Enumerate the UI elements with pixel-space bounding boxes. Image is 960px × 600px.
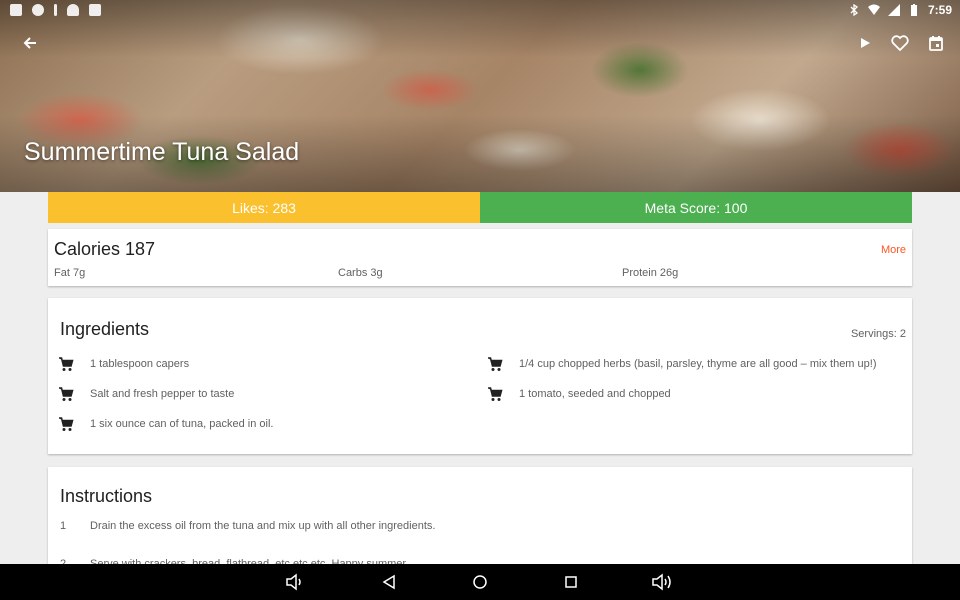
status-time: 7:59 <box>927 3 952 17</box>
ingredient-text: 1 tablespoon capers <box>90 358 190 370</box>
ingredient-text: 1/4 cup chopped herbs (basil, parsley, t… <box>519 358 877 370</box>
ingredient-text: 1 six ounce can of tuna, packed in oil. <box>90 418 274 430</box>
cart-icon[interactable] <box>487 386 503 402</box>
servings-label: Servings: 2 <box>850 328 906 340</box>
protein-value: Protein 26g <box>622 267 679 279</box>
android-notification-icon <box>67 4 79 16</box>
gallery-notification-icon <box>10 4 22 16</box>
ingredients-title: Ingredients <box>60 319 150 339</box>
ingredients-card: Ingredients Servings: 2 1 tablespoon cap… <box>48 298 912 454</box>
calories-label: Calories 187 <box>54 239 156 259</box>
calendar-icon <box>929 36 943 51</box>
volume-up-icon <box>652 573 671 591</box>
favorite-button[interactable] <box>886 29 914 57</box>
nav-recents-button[interactable] <box>560 572 582 592</box>
shield-notification-icon <box>32 4 44 16</box>
cart-icon[interactable] <box>487 356 503 372</box>
photos-notification-icon <box>89 4 101 16</box>
back-icon <box>382 574 395 590</box>
ingredient-text: Salt and fresh pepper to taste <box>90 388 235 400</box>
cart-icon[interactable] <box>58 356 74 372</box>
nutrition-more-link[interactable]: More <box>881 244 906 256</box>
volume-up-button[interactable] <box>651 572 673 592</box>
nav-home-button[interactable] <box>469 572 491 592</box>
recents-icon <box>565 576 577 588</box>
home-icon <box>473 575 487 589</box>
meta-score: Meta Score: 100 <box>480 192 912 223</box>
ingredient-item: 1/4 cup chopped herbs (basil, parsley, t… <box>487 356 876 372</box>
instructions-title: Instructions <box>60 486 153 506</box>
instruction-step: 1 Drain the excess oil from the tuna and… <box>60 520 435 532</box>
add-to-calendar-button[interactable] <box>922 29 950 57</box>
system-nav-bar <box>0 564 960 600</box>
wifi-icon <box>867 4 880 15</box>
ingredient-item: 1 tomato, seeded and chopped <box>487 386 671 402</box>
carbs-value: Carbs 3g <box>338 267 383 279</box>
bluetooth-icon <box>850 4 858 16</box>
status-bar: 7:59 <box>0 0 960 22</box>
nutrition-card: Calories 187 More Fat 7g Carbs 3g Protei… <box>48 229 912 286</box>
back-button[interactable] <box>16 29 44 57</box>
fat-value: Fat 7g <box>54 267 86 279</box>
play-button[interactable] <box>851 29 879 57</box>
alert-notification-icon <box>54 4 57 16</box>
ingredient-item: 1 tablespoon capers <box>58 356 189 372</box>
volume-down-button[interactable] <box>284 572 306 592</box>
recipe-title: Summertime Tuna Salad <box>24 138 300 166</box>
ingredient-item: Salt and fresh pepper to taste <box>58 386 234 402</box>
ingredient-text: 1 tomato, seeded and chopped <box>519 388 671 400</box>
signal-icon <box>887 4 900 16</box>
ingredient-item: 1 six ounce can of tuna, packed in oil. <box>58 416 273 432</box>
battery-icon <box>910 4 917 16</box>
play-icon <box>861 38 870 48</box>
back-arrow-icon <box>23 37 36 49</box>
heart-icon <box>891 35 909 51</box>
likes-count: Likes: 283 <box>48 192 480 223</box>
cart-icon[interactable] <box>58 416 74 432</box>
step-number: 1 <box>60 520 67 532</box>
volume-down-icon <box>286 573 301 591</box>
nav-back-button[interactable] <box>378 572 400 592</box>
cart-icon[interactable] <box>58 386 74 402</box>
step-text: Drain the excess oil from the tuna and m… <box>90 520 436 532</box>
